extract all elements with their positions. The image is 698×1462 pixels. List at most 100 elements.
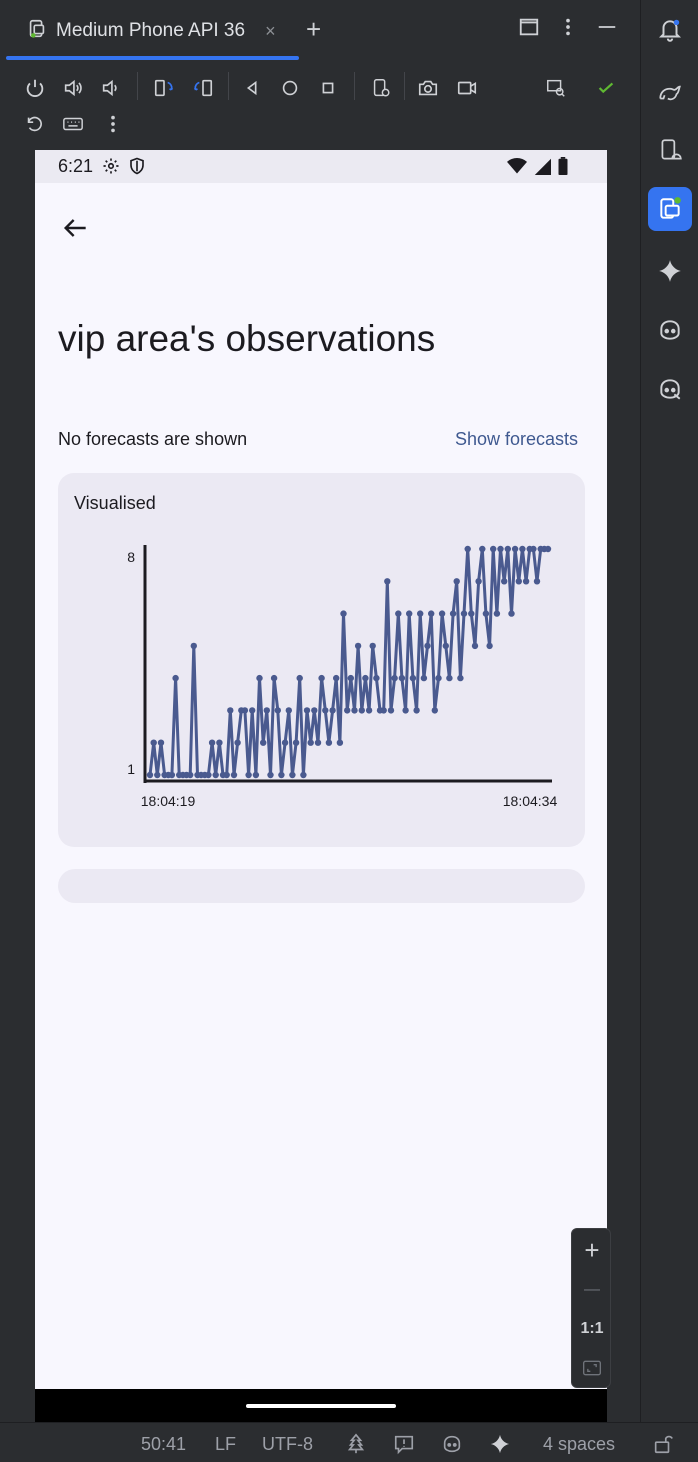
data-point [365, 707, 373, 714]
device-manager-icon[interactable] [648, 128, 692, 172]
indentation[interactable]: 4 spaces [543, 1434, 615, 1455]
zoom-fit-icon[interactable] [572, 1349, 612, 1387]
line-ending[interactable]: LF [215, 1434, 236, 1455]
data-point [508, 610, 515, 617]
zoom-in-button[interactable]: + [572, 1231, 612, 1269]
data-point [322, 707, 329, 714]
back-icon[interactable] [238, 74, 266, 102]
device-settings-icon[interactable] [367, 74, 395, 102]
add-tab-button[interactable]: + [306, 14, 321, 44]
cellular-icon [533, 157, 551, 180]
screen-record-icon[interactable] [453, 74, 481, 102]
check-icon[interactable] [592, 74, 620, 102]
overview-icon[interactable] [314, 74, 342, 102]
data-point [340, 610, 347, 617]
secondary-card[interactable] [58, 869, 585, 903]
data-point [216, 739, 223, 746]
copilot-icon[interactable] [648, 308, 692, 352]
file-encoding[interactable]: UTF-8 [262, 1434, 313, 1455]
data-point [471, 642, 479, 650]
data-point [354, 642, 362, 650]
forecast-status-text: No forecasts are shown [58, 429, 248, 449]
data-point [384, 578, 391, 585]
lock-icon[interactable] [652, 1433, 674, 1455]
data-point [329, 707, 336, 714]
zoom-out-button[interactable]: — [572, 1271, 612, 1309]
y-tick-label: 1 [127, 761, 135, 777]
data-point [519, 545, 526, 553]
copilot-chat-icon[interactable] [648, 367, 692, 411]
notifications-icon[interactable] [648, 8, 692, 52]
more-icon[interactable] [99, 110, 127, 138]
status-time: 6:21 [58, 156, 94, 176]
data-point [281, 739, 289, 746]
data-point [318, 674, 325, 682]
data-point [205, 771, 212, 779]
data-point [252, 771, 260, 779]
zoom-controls: + — 1:1 [571, 1228, 611, 1388]
android-nav-bar [35, 1389, 607, 1422]
data-point [187, 771, 194, 779]
data-point [311, 707, 318, 714]
show-forecasts-button[interactable]: Show forecasts [455, 429, 578, 450]
data-point [453, 578, 460, 585]
data-point [234, 739, 241, 746]
minimize-icon[interactable] [596, 16, 618, 44]
tree-icon[interactable] [345, 1433, 367, 1455]
more-options-icon[interactable] [560, 16, 576, 44]
data-point [358, 707, 365, 714]
data-point [289, 771, 296, 779]
data-point [533, 578, 541, 585]
maximize-icon[interactable] [518, 16, 540, 44]
zoom-actual-size-button[interactable]: 1:1 [572, 1310, 612, 1348]
wifi-icon [507, 157, 527, 180]
data-point [303, 707, 311, 714]
running-devices-icon[interactable] [648, 187, 692, 231]
data-point [417, 610, 424, 617]
data-point [438, 610, 446, 617]
gradle-icon[interactable] [648, 70, 692, 114]
power-icon[interactable] [21, 74, 49, 102]
rotate-right-icon[interactable] [189, 74, 217, 102]
data-point [260, 739, 267, 746]
data-point [544, 545, 552, 553]
data-point [501, 578, 508, 585]
problems-icon[interactable] [393, 1433, 415, 1455]
rotate-left-icon[interactable] [150, 74, 178, 102]
data-point [373, 674, 380, 682]
gemini-icon[interactable] [648, 249, 692, 293]
data-point [431, 707, 438, 714]
data-point [150, 739, 157, 746]
x-tick-label: 18:04:34 [503, 793, 558, 809]
data-point [230, 771, 238, 779]
data-point [172, 674, 179, 682]
data-point [387, 707, 395, 714]
gemini-status-icon[interactable] [489, 1433, 511, 1455]
data-point [314, 739, 322, 746]
tab-close-icon[interactable]: × [265, 21, 276, 42]
keyboard-icon[interactable] [59, 110, 87, 138]
data-point [190, 642, 197, 650]
left-gutter [0, 148, 35, 1422]
data-point [212, 771, 219, 779]
data-point [446, 674, 453, 682]
data-point [486, 642, 493, 650]
copilot-status-icon[interactable] [441, 1433, 463, 1455]
gesture-handle[interactable] [246, 1404, 396, 1408]
x-tick-label: 18:04:19 [141, 793, 196, 809]
display-mirror-icon[interactable] [542, 74, 570, 102]
data-point [351, 707, 358, 714]
data-point [292, 739, 300, 746]
volume-down-icon[interactable] [97, 74, 125, 102]
screenshot-icon[interactable] [414, 74, 442, 102]
data-point [391, 674, 398, 682]
data-point [347, 674, 354, 682]
home-icon[interactable] [276, 74, 304, 102]
back-arrow-icon[interactable] [59, 212, 91, 244]
reset-icon[interactable] [21, 110, 49, 138]
data-point [398, 674, 406, 682]
cursor-position[interactable]: 50:41 [141, 1434, 186, 1455]
device-screen[interactable]: 6:21 vip area's observations No forecast… [35, 150, 607, 1422]
volume-up-icon[interactable] [59, 74, 87, 102]
tab-medium-phone[interactable]: Medium Phone API 36 × [14, 8, 288, 54]
